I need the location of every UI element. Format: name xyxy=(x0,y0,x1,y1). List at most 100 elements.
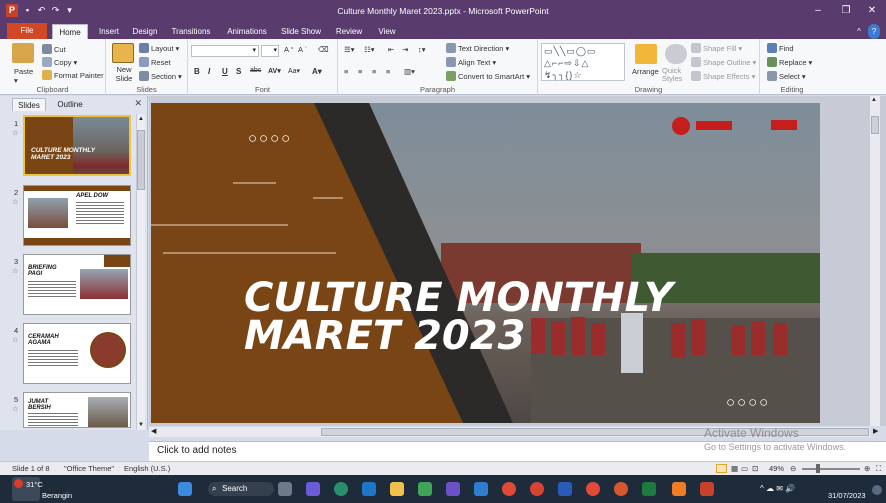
zoom-out-icon[interactable]: ⊖ xyxy=(790,464,796,473)
tab-slides[interactable]: Slides xyxy=(12,98,46,111)
notification-icon[interactable] xyxy=(872,485,882,495)
paste-dropdown-icon[interactable]: ▾ xyxy=(14,76,18,85)
grow-font-button[interactable]: A ^ xyxy=(284,45,293,54)
justify-button[interactable]: ≡ xyxy=(386,67,390,76)
slideshow-view-icon[interactable]: ⊡ xyxy=(752,464,758,473)
tab-slide-show[interactable]: Slide Show xyxy=(280,24,322,39)
help-icon[interactable]: ? xyxy=(868,24,880,39)
word-icon[interactable] xyxy=(558,482,572,496)
slide-thumbnail-3[interactable]: BRIEFING PAGI xyxy=(23,254,131,315)
tab-review[interactable]: Review xyxy=(334,24,364,39)
teams-icon[interactable] xyxy=(446,482,460,496)
tab-outline[interactable]: Outline xyxy=(50,98,90,111)
slide-thumbnail-2[interactable]: APEL DOW xyxy=(23,185,131,246)
shape-effects-button[interactable]: Shape Effects ▾ xyxy=(691,71,755,81)
close-button[interactable]: ✕ xyxy=(858,0,886,22)
find-button[interactable]: Find xyxy=(767,43,794,53)
chrome-icon-3[interactable] xyxy=(586,482,600,496)
tab-transitions[interactable]: Transitions xyxy=(168,24,214,39)
powerpoint-taskbar-icon[interactable] xyxy=(700,482,714,496)
increase-indent-button[interactable]: ⇥ xyxy=(402,45,408,54)
italic-button[interactable]: I xyxy=(208,67,210,76)
slide-thumbnail-1[interactable]: CULTURE MONTHLY MARET 2023 xyxy=(23,115,131,176)
scroll-down-icon[interactable]: ▼ xyxy=(138,422,144,428)
bullets-button[interactable]: ☰▾ xyxy=(344,45,355,54)
maximize-button[interactable]: ❐ xyxy=(832,0,860,22)
tab-view[interactable]: View xyxy=(374,24,400,39)
file-explorer-icon[interactable] xyxy=(390,482,404,496)
notes-placeholder[interactable]: Click to add notes xyxy=(157,445,237,456)
text-direction-button[interactable]: Text Direction ▾ xyxy=(446,43,509,53)
font-size-dropdown[interactable]: ▾ xyxy=(261,45,279,57)
quick-styles-button[interactable]: Quick Styles xyxy=(662,67,686,83)
cut-button[interactable]: Cut xyxy=(42,44,66,54)
tab-design[interactable]: Design xyxy=(128,24,162,39)
align-text-button[interactable]: Align Text ▾ xyxy=(446,57,496,67)
scroll-thumb[interactable] xyxy=(137,130,145,190)
format-painter-button[interactable]: Format Painter xyxy=(42,70,104,80)
tab-animations[interactable]: Animations xyxy=(224,24,270,39)
edge-icon[interactable] xyxy=(334,482,348,496)
vlc-icon[interactable] xyxy=(672,482,686,496)
weather-widget[interactable]: 31°C xyxy=(12,477,43,501)
minimize-ribbon-icon[interactable]: ^ xyxy=(854,24,864,39)
tab-file[interactable]: File xyxy=(7,23,47,39)
arrange-button[interactable]: Arrange xyxy=(632,67,659,76)
chrome-icon-2[interactable] xyxy=(530,482,544,496)
chat-icon[interactable] xyxy=(306,482,320,496)
scroll-up-icon[interactable]: ▲ xyxy=(871,97,877,103)
convert-smartart-button[interactable]: Convert to SmartArt ▾ xyxy=(446,71,530,81)
font-color-button[interactable]: A▾ xyxy=(312,67,322,76)
fit-window-icon[interactable]: ⛶ xyxy=(876,464,881,474)
shrink-font-button[interactable]: Aˇ xyxy=(298,45,307,54)
strikethrough-button[interactable]: abc xyxy=(250,67,261,74)
taskbar-search[interactable]: ⌕ Search xyxy=(208,482,274,496)
slide-thumbnail-5[interactable]: JUMAT BERSIH xyxy=(23,392,131,428)
bold-button[interactable]: B xyxy=(194,67,200,76)
tab-home[interactable]: Home xyxy=(52,24,88,39)
normal-view-icon[interactable] xyxy=(716,464,727,473)
decrease-indent-button[interactable]: ⇤ xyxy=(388,45,394,54)
zoom-slider-thumb[interactable] xyxy=(816,464,820,473)
excel-icon[interactable] xyxy=(642,482,656,496)
task-view-icon[interactable] xyxy=(278,482,292,496)
clear-formatting-icon[interactable]: ⌫ xyxy=(318,45,329,54)
language[interactable]: English (U.S.) xyxy=(124,464,170,473)
line-spacing-button[interactable]: ↕▾ xyxy=(418,45,426,54)
windows-start-icon[interactable] xyxy=(178,482,192,496)
store-icon[interactable] xyxy=(474,482,488,496)
slide-thumbnail-4[interactable]: CERAMAH AGAMA xyxy=(23,323,131,384)
section-button[interactable]: Section ▾ xyxy=(139,71,182,81)
shape-outline-button[interactable]: Shape Outline ▾ xyxy=(691,57,756,67)
slide-1[interactable]: ○○○○ ○○○○ CULTURE MONTHLY MARET 2023 xyxy=(151,103,820,423)
slide-sorter-icon[interactable]: ▦ xyxy=(731,464,738,473)
minimize-button[interactable]: – xyxy=(804,0,832,22)
font-name-dropdown[interactable]: ▾ xyxy=(191,45,259,57)
tray-icons[interactable]: ^ ☁ ✉ 🔊 xyxy=(760,484,795,493)
character-spacing-button[interactable]: AV▾ xyxy=(268,67,281,75)
zoom-in-icon[interactable]: ⊕ xyxy=(864,464,870,473)
tab-insert[interactable]: Insert xyxy=(92,24,126,39)
shape-fill-button[interactable]: Shape Fill ▾ xyxy=(691,43,742,53)
app-icon[interactable] xyxy=(418,482,432,496)
align-center-button[interactable]: ≡ xyxy=(358,67,362,76)
firefox-icon[interactable] xyxy=(614,482,628,496)
reading-view-icon[interactable]: ▭ xyxy=(741,464,748,473)
paste-button[interactable]: Paste xyxy=(14,67,33,76)
mail-icon[interactable] xyxy=(362,482,376,496)
align-left-button[interactable]: ≡ xyxy=(344,67,348,76)
select-button[interactable]: Select ▾ xyxy=(767,71,806,81)
scroll-right-icon[interactable]: ▶ xyxy=(873,427,878,435)
copy-button[interactable]: Copy ▾ xyxy=(42,57,77,67)
align-right-button[interactable]: ≡ xyxy=(372,67,376,76)
scroll-thumb[interactable] xyxy=(871,116,879,134)
replace-button[interactable]: Replace ▾ xyxy=(767,57,812,67)
numbering-button[interactable]: ☷▾ xyxy=(364,45,375,54)
layout-button[interactable]: Layout ▾ xyxy=(139,43,179,53)
scroll-up-icon[interactable]: ▲ xyxy=(138,116,144,122)
close-panel-icon[interactable]: ✕ xyxy=(134,98,142,109)
underline-button[interactable]: U xyxy=(222,67,228,76)
columns-button[interactable]: ▥▾ xyxy=(404,67,415,76)
slides-panel-scrollbar[interactable]: ▲ ▼ xyxy=(136,114,145,430)
chrome-icon[interactable] xyxy=(502,482,516,496)
